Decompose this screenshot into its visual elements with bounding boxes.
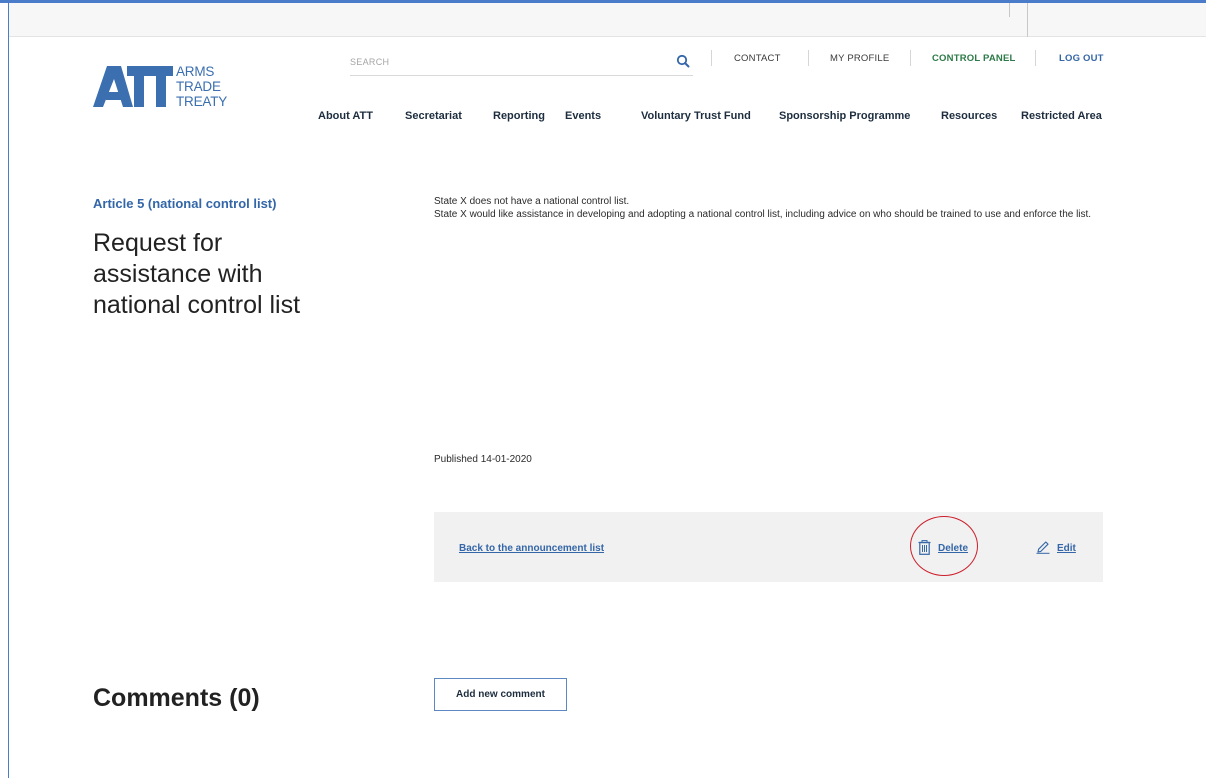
published-date: Published 14-01-2020 [434,454,532,465]
log-out-link[interactable]: LOG OUT [1059,53,1104,64]
page-title: Request for assistance with national con… [93,229,301,319]
nav-item-voluntary-trust-fund[interactable]: Voluntary Trust Fund [641,110,751,122]
utility-separator [711,50,712,66]
comments-heading: Comments (0) [93,684,260,712]
search-input[interactable] [350,55,650,69]
pencil-icon [1036,541,1050,554]
logo-word: TREATY [176,94,228,109]
strip-divider [1027,3,1028,37]
window-left-border [8,0,9,778]
nav-item-events[interactable]: Events [565,110,601,122]
strip-divider [1009,3,1010,17]
nav-item-resources[interactable]: Resources [941,110,997,122]
att-logo-mark [93,66,173,107]
logo-word: TRADE [176,79,221,94]
add-comment-button[interactable]: Add new comment [434,678,567,711]
control-panel-link[interactable]: CONTROL PANEL [932,53,1016,64]
my-profile-link[interactable]: MY PROFILE [830,53,889,64]
back-to-list-link[interactable]: Back to the announcement list [459,543,604,554]
logo-wordmark: ARMS TRADE TREATY [176,64,227,109]
nav-item-about-att[interactable]: About ATT [318,110,373,122]
nav-item-secretariat[interactable]: Secretariat [405,110,462,122]
logo-word: ARMS [176,64,215,79]
utility-separator [808,50,809,66]
trash-icon [918,540,931,555]
article-category: Article 5 (national control list) [93,196,277,211]
delete-label: Delete [938,543,969,554]
search-bar [350,52,693,76]
contact-link[interactable]: CONTACT [734,53,781,64]
nav-item-sponsorship-programme[interactable]: Sponsorship Programme [779,110,910,122]
search-icon[interactable] [676,54,690,68]
utility-separator [910,50,911,66]
att-logo[interactable]: ARMS TRADE TREATY [93,62,263,112]
body-paragraph: State X does not have a national control… [434,196,630,207]
action-bar: Back to the announcement list Delete Edi… [434,512,1103,582]
nav-item-reporting[interactable]: Reporting [493,110,545,122]
utility-separator [1035,50,1036,66]
body-paragraph: State X would like assistance in develop… [434,208,1092,220]
edit-label: Edit [1057,543,1076,554]
announcement-body: State X does not have a national control… [434,196,1124,221]
browser-top-strip [9,3,1206,37]
nav-item-restricted-area[interactable]: Restricted Area [1021,110,1102,122]
